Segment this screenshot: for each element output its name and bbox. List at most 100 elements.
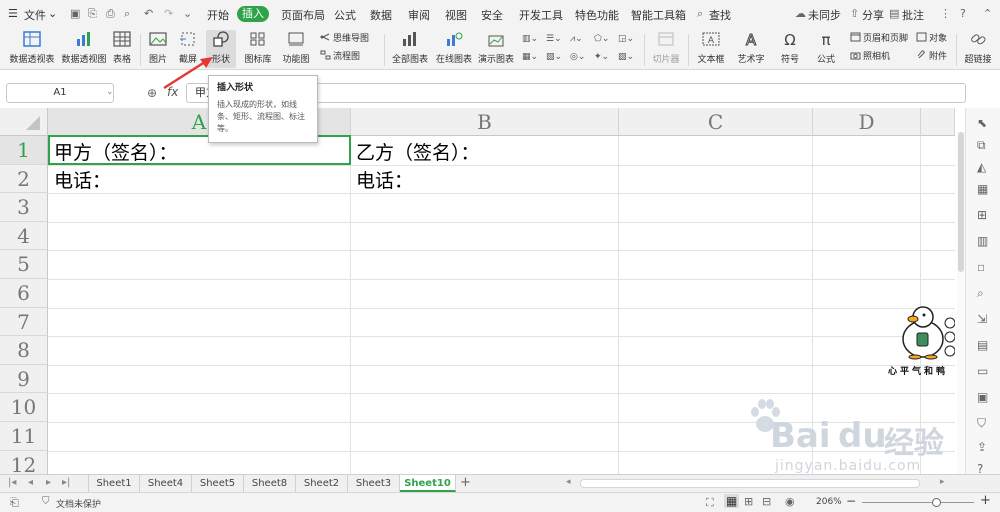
object-button[interactable]: 对象 [916,32,947,46]
sheet-tab[interactable]: Sheet4 [140,475,192,492]
scroll-right-icon[interactable]: ▸ [940,477,945,487]
vertical-scrollbar[interactable] [957,132,965,474]
scroll-left-icon[interactable]: ◂ [566,477,571,487]
slicer-button[interactable]: 切片器 [650,30,682,65]
chevron-down-icon[interactable]: ⌄ [106,87,114,97]
pivot-chart-button[interactable]: 数据透视图 [60,30,108,65]
row-header-5[interactable]: 5 [0,250,48,279]
sheet-tab[interactable]: Sheet1 [88,475,140,492]
formula-button[interactable]: π 公式 [810,30,842,65]
line-chart-dropdown[interactable]: ⩘⌄ [570,32,583,46]
share-icon[interactable]: ⇪ [977,440,991,454]
comment-button[interactable]: 批注 [902,7,924,23]
pie-chart-dropdown[interactable]: ⬠⌄ [594,32,609,46]
print-icon[interactable]: ⎙ [106,7,115,21]
horizontal-scrollbar[interactable] [580,479,920,488]
help-icon[interactable]: ? [960,7,966,20]
row-header-4[interactable]: 4 [0,221,48,251]
radar-chart-dropdown[interactable]: ✦⌄ [594,50,609,64]
save-icon[interactable]: ▣ [70,7,80,20]
comment-icon[interactable]: ▤ [889,7,899,20]
online-chart-button[interactable]: 在线图表 [434,30,474,65]
chevron-down-icon[interactable]: ⌄ [48,7,57,20]
tab-view[interactable]: 视图 [445,7,467,23]
file-menu[interactable]: 文件 [24,7,46,23]
hyperlink-button[interactable]: 超链接 [960,30,996,65]
word-art-button[interactable]: A 艺术字 [734,30,768,66]
sheet-tab[interactable]: Sheet2 [296,475,348,492]
column-header-e[interactable] [921,108,955,136]
box-icon[interactable]: ▭ [977,364,991,378]
page-break-view-icon[interactable]: ⊟ [762,495,771,508]
name-box[interactable]: A1 [6,83,114,103]
grid-view-icon[interactable]: ▤ [977,338,991,352]
zoom-slider[interactable] [862,502,974,503]
scatter-chart-dropdown[interactable]: ▧⌄ [546,50,562,64]
undo-icon[interactable]: ↶ [144,7,153,20]
macro-icon[interactable]: ⎗ [10,496,19,510]
tab-data[interactable]: 数据 [370,7,392,23]
table-style-icon[interactable]: ▦ [977,182,991,196]
all-charts-button[interactable]: 全部图表 [390,30,430,65]
tab-developer[interactable]: 开发工具 [519,7,563,23]
add-sheet-icon[interactable]: + [460,475,471,490]
camera-button[interactable]: 照相机 [850,50,890,64]
normal-view-icon[interactable]: ▦ [724,494,740,508]
tab-insert[interactable]: 插入 [237,6,269,22]
more-icon[interactable]: ⋮ [940,7,951,20]
header-footer-button[interactable]: 页眉和页脚 [850,32,908,46]
tab-home[interactable]: 开始 [207,7,229,23]
last-sheet-icon[interactable]: ▸| [62,477,70,488]
tab-page-layout[interactable]: 页面布局 [281,7,325,23]
row-header-7[interactable]: 7 [0,307,48,337]
cell-a2[interactable]: 电话： [54,167,111,195]
hamburger-icon[interactable]: ☰ [8,7,18,20]
icon-library-button[interactable]: 图标库 [244,30,272,65]
cloud-icon[interactable]: ☁ [795,7,806,20]
collapse-icon[interactable]: ⌃ [983,7,992,20]
table-button[interactable]: 表格 [110,30,134,65]
sheet-tab-active[interactable]: Sheet10 [400,475,456,492]
symbol-button[interactable]: Ω 符号 [774,30,806,65]
cell-b1[interactable]: 乙方（签名）： [356,139,480,167]
first-sheet-icon[interactable]: |◂ [8,477,16,488]
tab-review[interactable]: 审阅 [408,7,430,23]
sheet-tab[interactable]: Sheet5 [192,475,244,492]
other-chart-dropdown[interactable]: ▨⌄ [618,50,634,64]
tab-smart-toolbox[interactable]: 智能工具箱 [631,7,686,23]
export-icon[interactable]: ⎘ [88,7,97,21]
scrollbar-thumb[interactable] [958,132,964,272]
shield-icon[interactable]: ⛉ [977,416,991,430]
column-header-b[interactable]: B [351,108,619,136]
backup-icon[interactable]: ▫ [977,260,991,274]
style-icon[interactable]: ◭ [977,160,991,174]
chevron-down-icon[interactable]: ⌄ [183,7,192,20]
row-header-3[interactable]: 3 [0,193,48,222]
chart-icon[interactable]: ▥ [977,234,991,248]
column-header-d[interactable]: D [813,108,921,136]
row-header-10[interactable]: 10 [0,393,48,422]
eye-protection-icon[interactable]: ◉ [785,495,795,508]
folder-search-icon[interactable]: ⌕ [977,286,991,300]
spreadsheet-grid[interactable]: A B C D 1 2 3 4 5 6 7 8 9 10 11 12 甲方（签名… [0,108,955,474]
sheet-tab[interactable]: Sheet8 [244,475,296,492]
text-box-button[interactable]: A 文本框 [694,30,728,65]
sheet-tab[interactable]: Sheet3 [348,475,400,492]
tab-formula[interactable]: 公式 [334,7,356,23]
image-icon[interactable]: ▣ [977,390,991,404]
page-layout-view-icon[interactable]: ⊞ [744,495,753,508]
tab-security[interactable]: 安全 [481,7,503,23]
next-sheet-icon[interactable]: ▸ [46,477,51,488]
select-all-corner[interactable] [0,108,48,136]
attachment-button[interactable]: 附件 [916,50,947,64]
cursor-icon[interactable]: ⬉ [977,116,991,130]
sync-status[interactable]: 未同步 [808,7,841,23]
donut-chart-dropdown[interactable]: ◎⌄ [570,50,585,64]
prev-sheet-icon[interactable]: ◂ [28,477,33,488]
zoom-slider-handle[interactable] [932,498,941,507]
zoom-level[interactable]: 206% [816,497,842,507]
area-chart-dropdown[interactable]: ◲⌄ [618,32,634,46]
share-icon[interactable]: ⇧ [850,7,859,20]
search-icon[interactable]: ⌕ [697,7,703,21]
apps-icon[interactable]: ⊞ [977,208,991,222]
